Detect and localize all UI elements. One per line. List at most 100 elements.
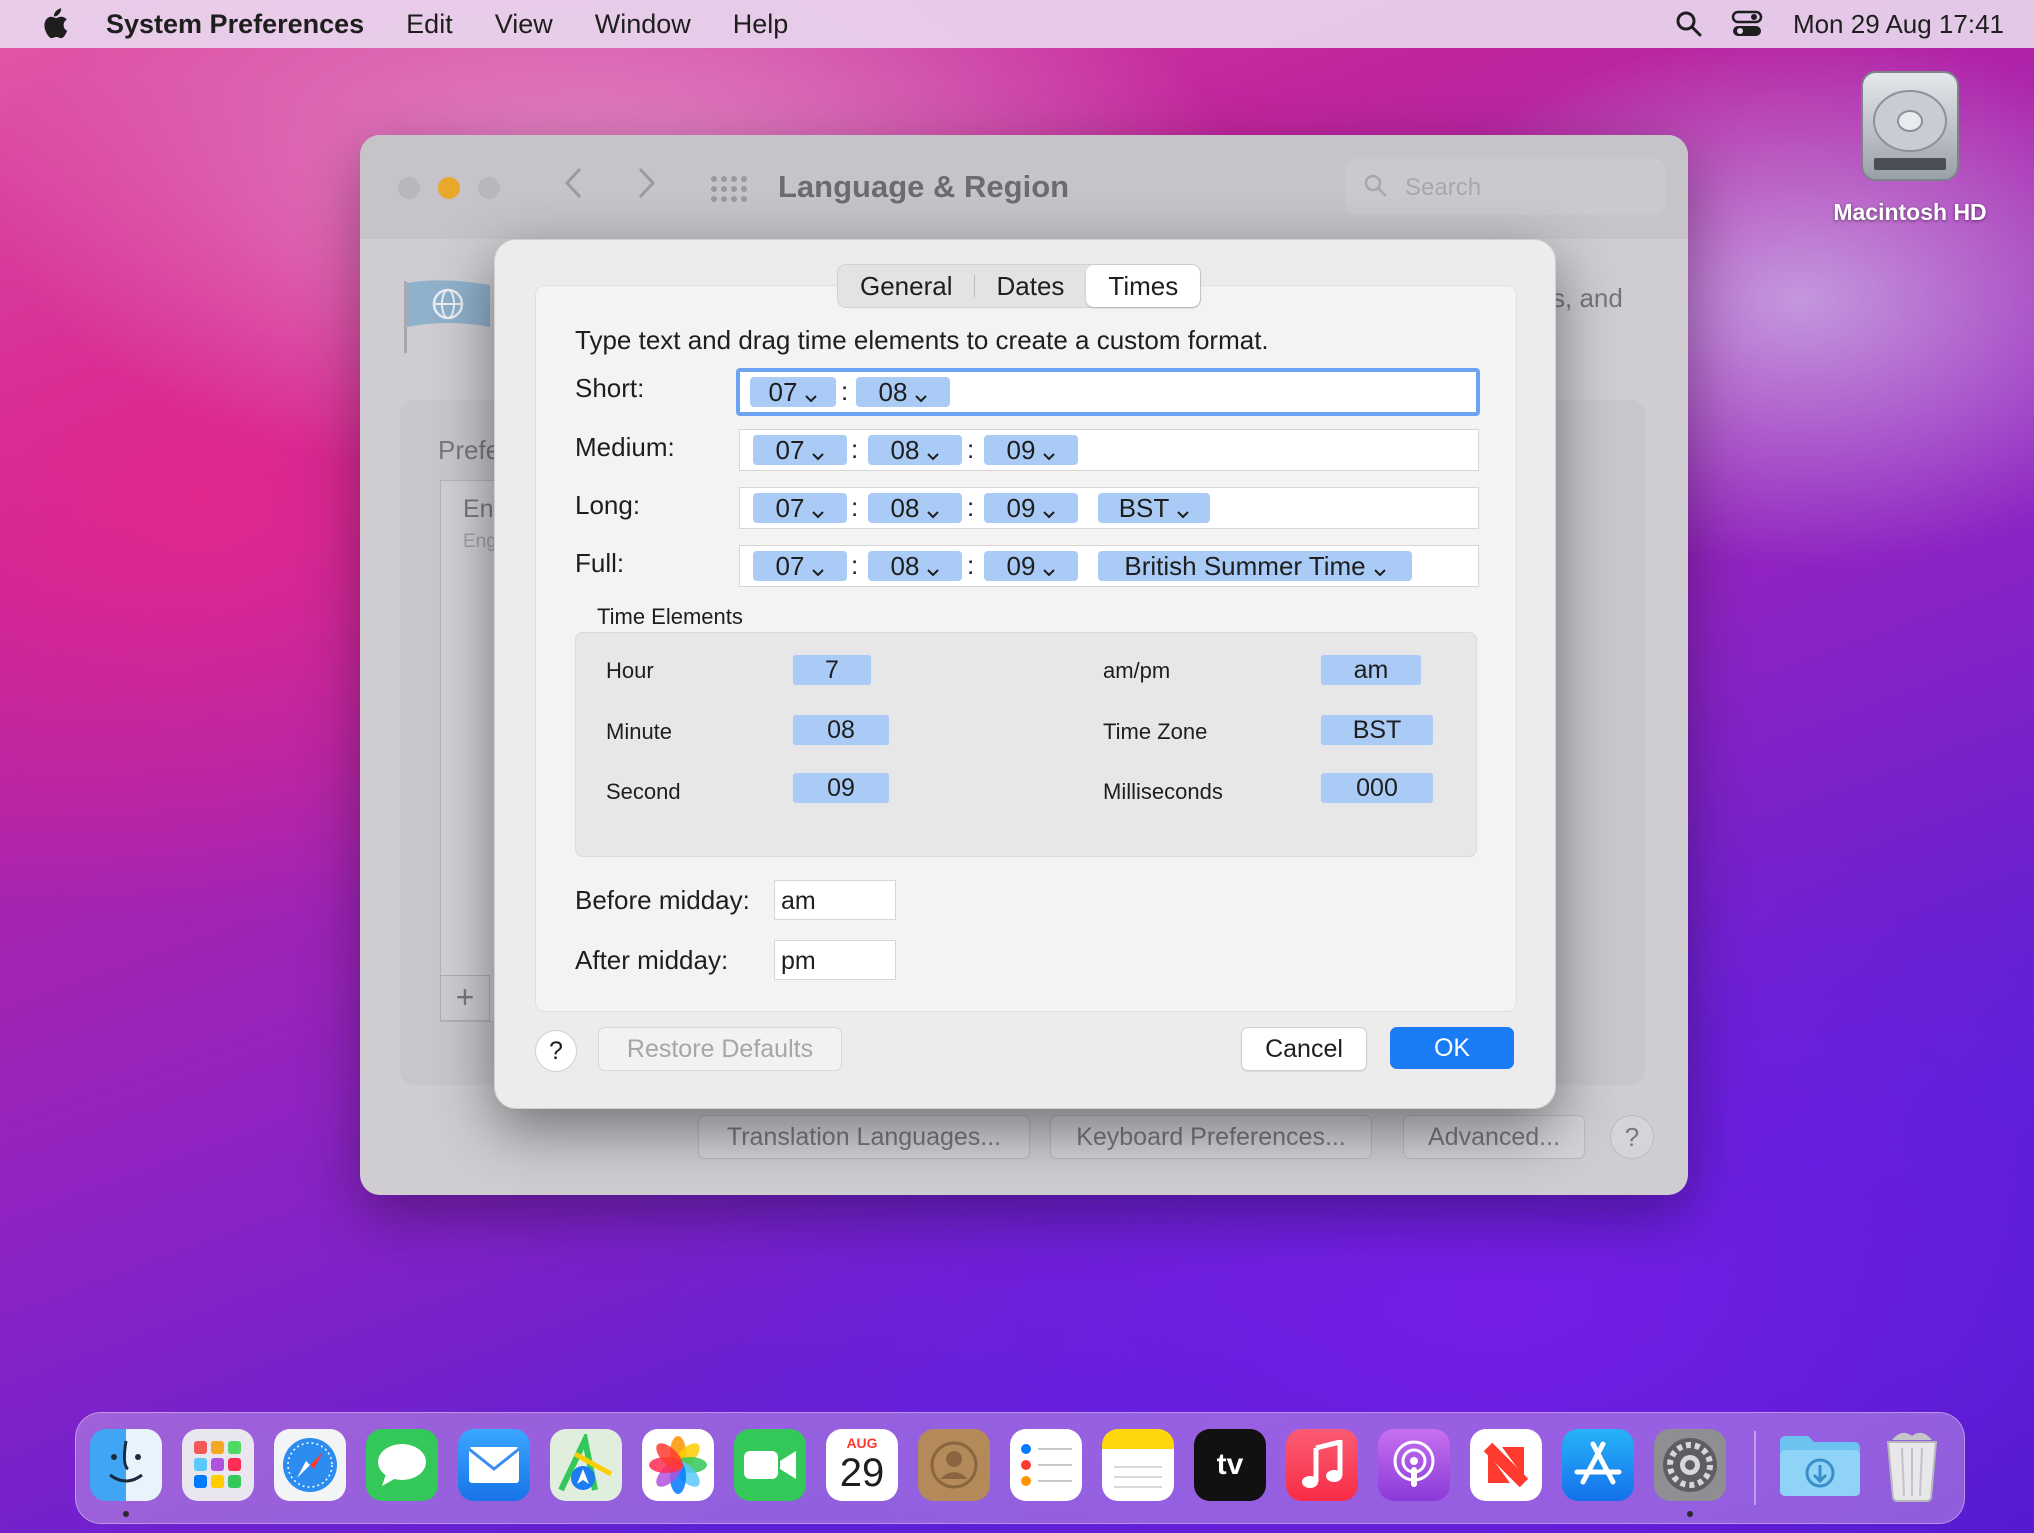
menu-extras: Mon 29 Aug 17:41 (1647, 0, 2004, 48)
ampm-element-token[interactable]: am (1321, 655, 1421, 685)
photos-icon[interactable] (642, 1429, 714, 1501)
system-preferences-icon[interactable] (1654, 1429, 1726, 1501)
restore-defaults-button[interactable]: Restore Defaults (598, 1027, 842, 1071)
forward-chevron-icon[interactable] (636, 165, 658, 210)
short-format-field[interactable]: 07 : 08 (736, 368, 1480, 416)
tab-dates[interactable]: Dates (975, 265, 1087, 307)
minute-token[interactable]: 08 (868, 493, 962, 523)
apple-menu-icon[interactable] (40, 8, 70, 39)
separator: : (967, 492, 975, 522)
second-element-label: Second (606, 779, 681, 804)
notes-icon[interactable] (1102, 1429, 1174, 1501)
search-field[interactable]: Search (1345, 159, 1665, 215)
milliseconds-element-label: Milliseconds (1103, 779, 1223, 804)
minute-token[interactable]: 08 (868, 435, 962, 465)
facetime-icon[interactable] (734, 1429, 806, 1501)
tab-times[interactable]: Times (1086, 265, 1201, 307)
downloads-folder-icon[interactable] (1778, 1429, 1862, 1501)
times-format-sheet: General Dates Times Type text and drag t… (494, 239, 1556, 1109)
calendar-month: AUG (846, 1435, 878, 1451)
cancel-button[interactable]: Cancel (1241, 1027, 1367, 1071)
hour-token[interactable]: 07 (753, 493, 847, 523)
timezone-token[interactable]: British Summer Time (1098, 551, 1412, 581)
before-midday-field[interactable]: am (774, 880, 896, 920)
maps-icon[interactable] (550, 1429, 622, 1501)
spotlight-search-icon[interactable] (1675, 10, 1703, 38)
menu-clock[interactable]: Mon 29 Aug 17:41 (1793, 9, 2004, 40)
messages-icon[interactable] (366, 1429, 438, 1501)
add-language-button[interactable]: + (440, 975, 490, 1021)
ok-button[interactable]: OK (1390, 1027, 1514, 1069)
minute-element-label: Minute (606, 719, 673, 744)
control-center-icon[interactable] (1731, 10, 1763, 38)
minimize-button[interactable] (438, 177, 460, 199)
hard-drive-icon (1861, 71, 1959, 181)
long-label: Long: (575, 490, 641, 520)
after-midday-field[interactable]: pm (774, 940, 896, 980)
tab-bar: General Dates Times (837, 264, 1202, 308)
macintosh-hd-drive[interactable]: Macintosh HD (1810, 66, 2010, 226)
search-icon (1363, 173, 1389, 204)
hour-token[interactable]: 07 (750, 377, 836, 407)
full-format-field[interactable]: 07 : 08 : 09 British Summer Time (739, 545, 1479, 587)
launchpad-icon[interactable] (182, 1429, 254, 1501)
chevron-down-icon (1043, 553, 1056, 583)
chevron-down-icon (1043, 437, 1056, 467)
close-button[interactable] (398, 177, 420, 199)
music-icon[interactable] (1286, 1429, 1358, 1501)
timezone-token[interactable]: BST (1098, 493, 1210, 523)
apple-tv-icon[interactable]: tv (1194, 1429, 1266, 1501)
hour-token[interactable]: 07 (753, 435, 847, 465)
menu-app-name[interactable]: System Preferences (106, 9, 364, 40)
preferred-languages-label: Prefe (438, 435, 501, 465)
search-placeholder: Search (1405, 174, 1482, 201)
medium-format-field[interactable]: 07 : 08 : 09 (739, 429, 1479, 471)
dock-separator (1754, 1431, 1756, 1505)
short-label: Short: (575, 373, 645, 403)
after-midday-label: After midday: (575, 945, 729, 975)
back-chevron-icon[interactable] (562, 165, 584, 210)
chevron-down-icon (1373, 553, 1386, 583)
time-elements-title: Time Elements (597, 604, 743, 629)
language-name: En (463, 495, 494, 523)
menu-help[interactable]: Help (733, 9, 789, 40)
news-icon[interactable] (1470, 1429, 1542, 1501)
translation-languages-button[interactable]: Translation Languages... (698, 1115, 1030, 1159)
minute-token[interactable]: 08 (856, 377, 950, 407)
hour-element-token[interactable]: 7 (793, 655, 871, 685)
minute-token[interactable]: 08 (868, 551, 962, 581)
tab-general[interactable]: General (838, 265, 975, 307)
keyboard-preferences-button[interactable]: Keyboard Preferences... (1050, 1115, 1372, 1159)
menu-window[interactable]: Window (595, 9, 691, 40)
second-token[interactable]: 09 (984, 493, 1078, 523)
minute-element-token[interactable]: 08 (793, 715, 889, 745)
long-format-field[interactable]: 07 : 08 : 09 BST (739, 487, 1479, 529)
second-token[interactable]: 09 (984, 435, 1078, 465)
milliseconds-element-token[interactable]: 000 (1321, 773, 1433, 803)
trash-icon[interactable] (1876, 1429, 1948, 1502)
description-fragment: s, and (1552, 283, 1623, 313)
reminders-icon[interactable] (1010, 1429, 1082, 1501)
hour-token[interactable]: 07 (753, 551, 847, 581)
globe-flag-icon (402, 275, 492, 353)
calendar-icon[interactable]: AUG 29 (826, 1429, 898, 1501)
menu-view[interactable]: View (495, 9, 553, 40)
advanced-button[interactable]: Advanced... (1403, 1115, 1585, 1159)
running-indicator (1687, 1511, 1693, 1517)
show-all-grid-icon[interactable] (710, 175, 748, 208)
sheet-help-button[interactable]: ? (535, 1030, 577, 1072)
medium-label: Medium: (575, 432, 675, 462)
mail-icon[interactable] (458, 1429, 530, 1501)
contacts-icon[interactable] (918, 1429, 990, 1501)
timezone-element-token[interactable]: BST (1321, 715, 1433, 745)
menu-edit[interactable]: Edit (406, 9, 453, 40)
second-element-token[interactable]: 09 (793, 773, 889, 803)
zoom-button[interactable] (478, 177, 500, 199)
podcasts-icon[interactable] (1378, 1429, 1450, 1501)
finder-icon[interactable] (90, 1429, 162, 1501)
app-store-icon[interactable] (1562, 1429, 1634, 1501)
window-help-button[interactable]: ? (1610, 1115, 1654, 1159)
safari-icon[interactable] (274, 1429, 346, 1501)
second-token[interactable]: 09 (984, 551, 1078, 581)
chevron-down-icon (1043, 495, 1056, 525)
